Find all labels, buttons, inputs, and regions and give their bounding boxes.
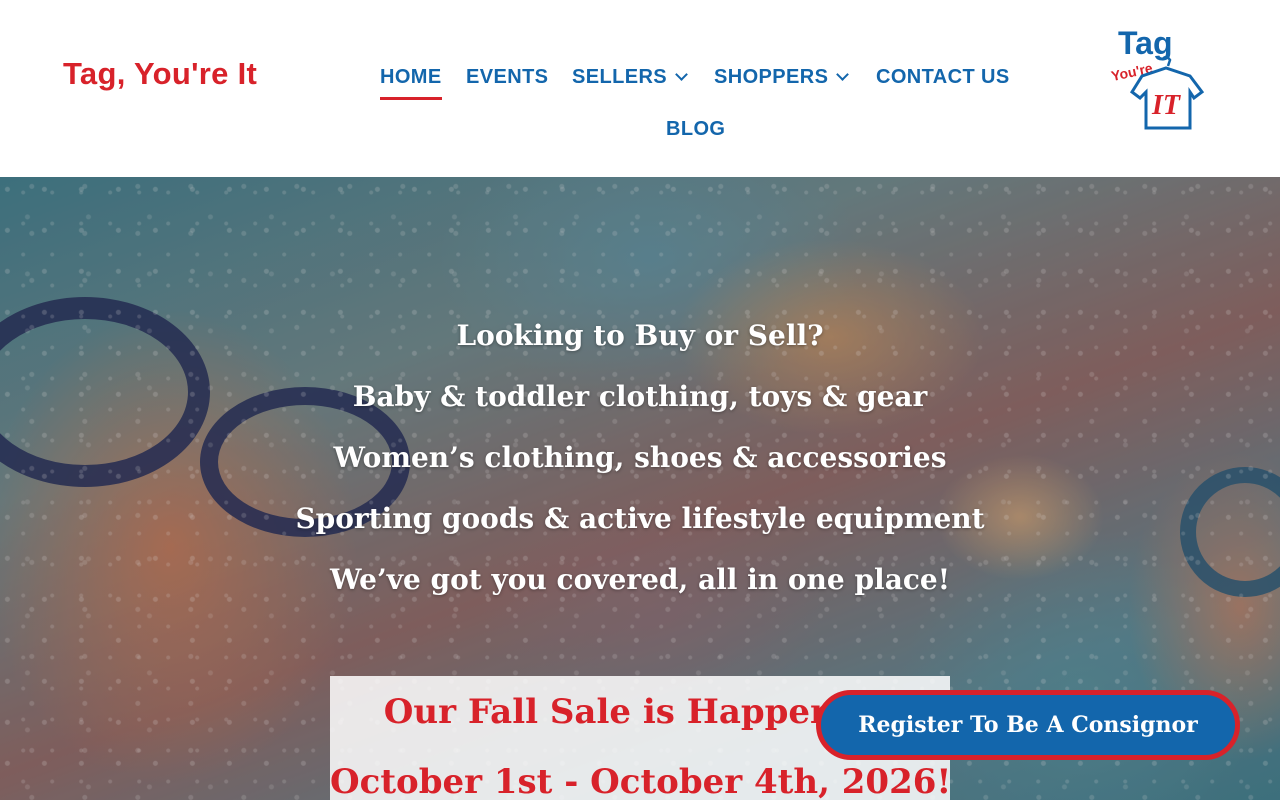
hero-headline: Looking to Buy or Sell? [456, 319, 824, 352]
chevron-down-icon [836, 68, 850, 81]
nav-shoppers-label: SHOPPERS [714, 66, 829, 88]
sale-dates: October 1st - October 4th, 2026! [330, 762, 952, 800]
nav-events[interactable]: EVENTS [466, 66, 548, 89]
register-consignor-button[interactable]: Register To Be A Consignor [816, 690, 1240, 760]
tag-youre-it-logo[interactable]: Tag You're IT [1106, 20, 1216, 135]
hero-line-sporting: Sporting goods & active lifestyle equipm… [295, 502, 985, 535]
logo-word-it: IT [1151, 90, 1182, 121]
nav-home[interactable]: HOME [380, 66, 442, 100]
site-title[interactable]: Tag, You're It [63, 56, 257, 92]
nav-sellers[interactable]: SELLERS [572, 66, 688, 89]
hero-line-women: Women’s clothing, shoes & accessories [333, 441, 947, 474]
hero-line-covered: We’ve got you covered, all in one place! [329, 563, 950, 596]
hero-line-baby: Baby & toddler clothing, toys & gear [352, 380, 928, 413]
site-header: Tag, You're It HOME EVENTS SELLERS SHOPP… [0, 0, 1280, 177]
nav-sellers-label: SELLERS [572, 66, 668, 88]
chevron-down-icon [675, 68, 688, 81]
logo-word-tag: Tag [1118, 25, 1173, 61]
nav-shoppers[interactable]: SHOPPERS [714, 66, 850, 89]
nav-blog[interactable]: BLOG [666, 118, 725, 141]
nav-contact-us[interactable]: CONTACT US [876, 66, 1010, 89]
